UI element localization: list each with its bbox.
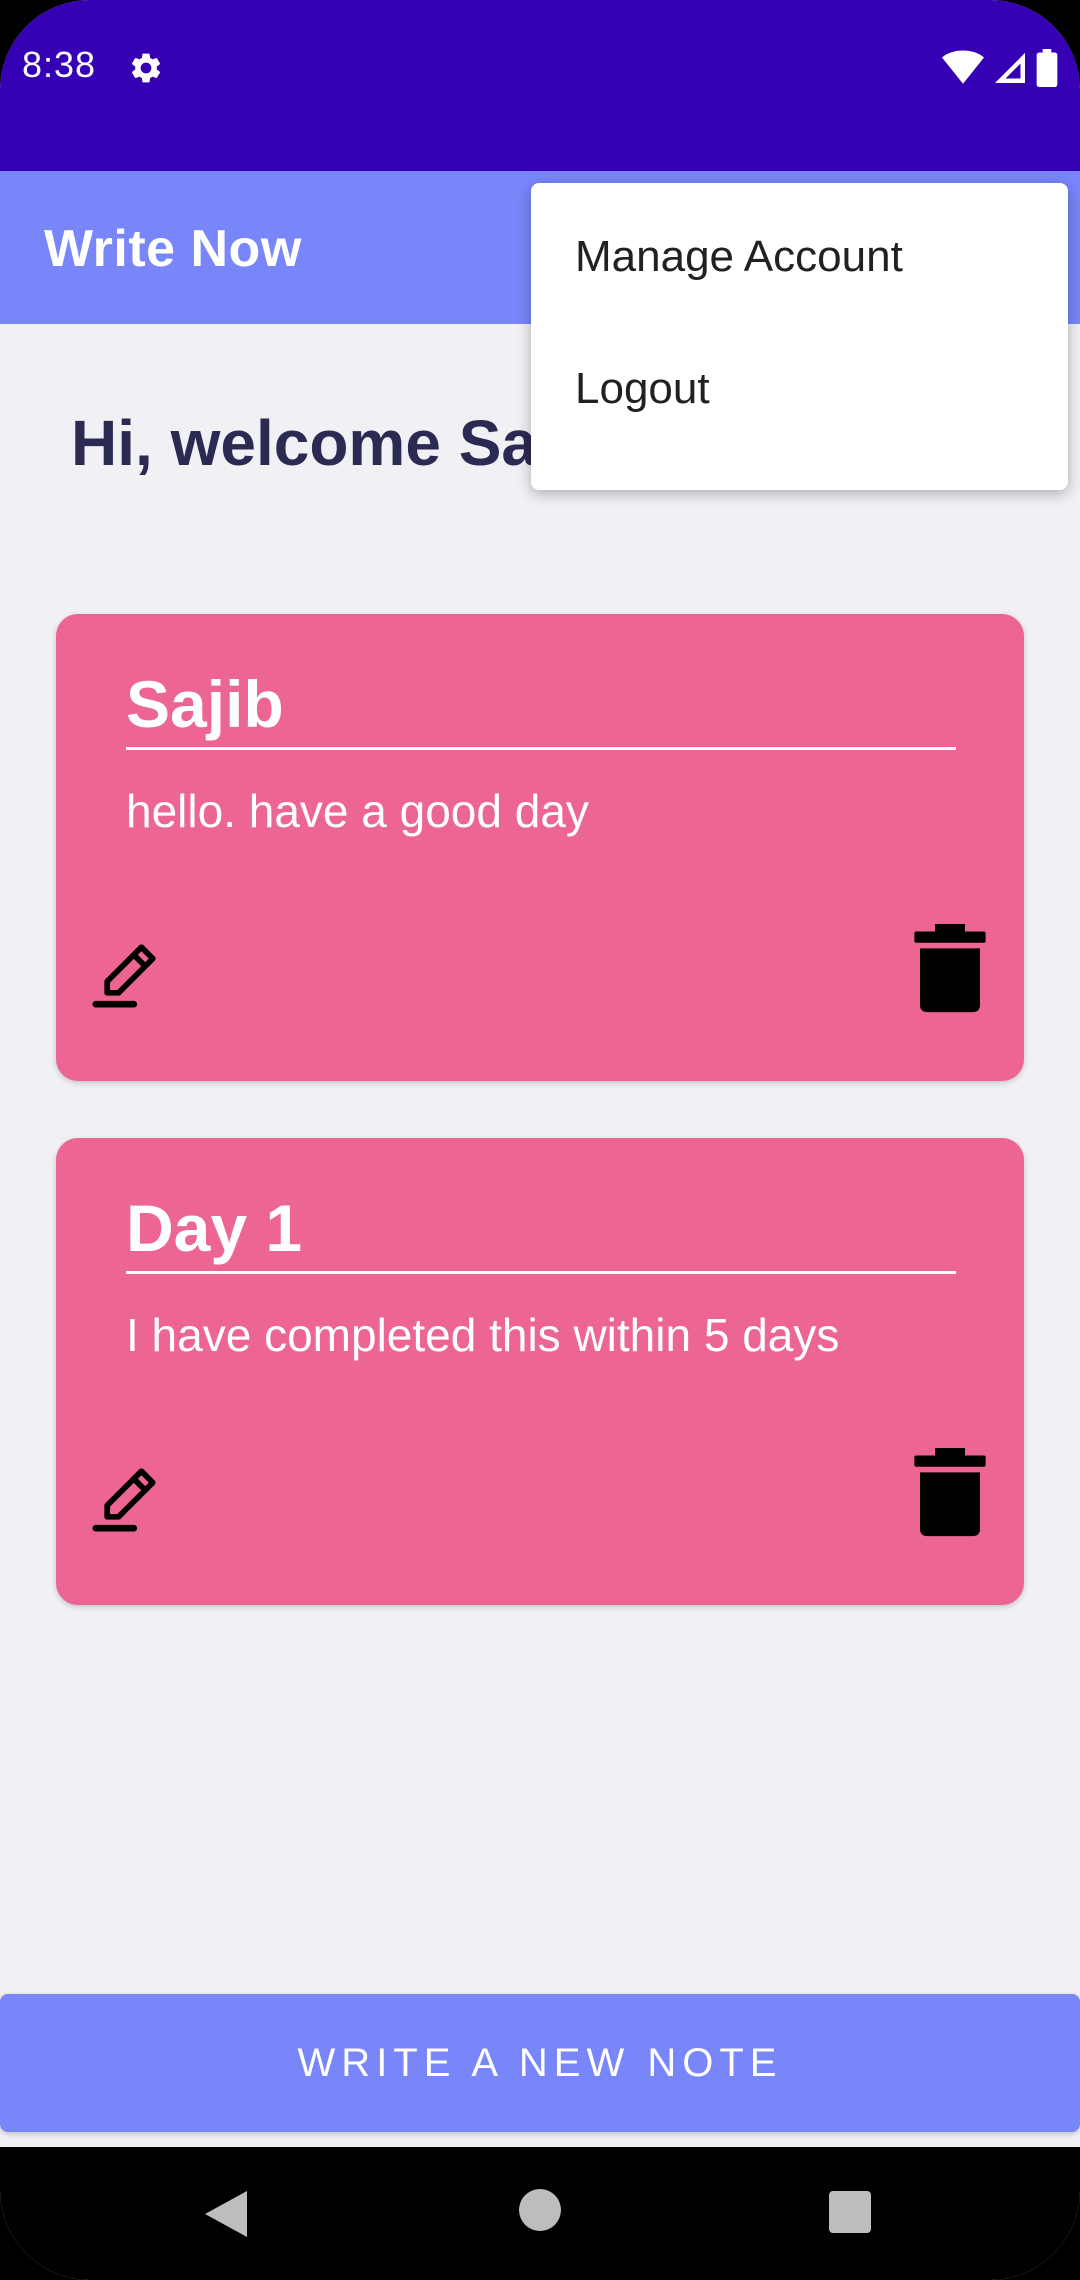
home-icon[interactable]	[519, 2189, 561, 2231]
system-nav-bar	[0, 2147, 1080, 2280]
pencil-edit-icon[interactable]	[92, 932, 168, 1008]
note-title: Day 1	[126, 1191, 303, 1265]
settings-gear-icon	[131, 53, 161, 83]
note-card[interactable]: Sajib hello. have a good day	[56, 614, 1024, 1081]
app-title: Write Now	[44, 220, 302, 278]
wifi-icon	[942, 50, 984, 84]
menu-item-logout[interactable]: Logout	[531, 323, 1068, 455]
write-new-note-button[interactable]: WRITE A NEW NOTE	[0, 1994, 1080, 2132]
note-divider	[126, 747, 956, 750]
trash-icon[interactable]	[912, 1448, 988, 1538]
trash-icon[interactable]	[912, 924, 988, 1014]
welcome-greeting: Hi, welcome Sa	[71, 407, 537, 479]
status-time: 8:38	[22, 44, 97, 85]
pencil-edit-icon[interactable]	[92, 1456, 168, 1532]
status-icons	[942, 48, 1058, 88]
overflow-menu: Manage Account Logout	[531, 183, 1068, 490]
menu-item-manage-account[interactable]: Manage Account	[531, 191, 1068, 323]
note-divider	[126, 1271, 956, 1274]
recents-icon[interactable]	[829, 2191, 871, 2233]
back-icon[interactable]	[203, 2189, 249, 2239]
note-card[interactable]: Day 1 I have completed this within 5 day…	[56, 1138, 1024, 1605]
note-body: I have completed this within 5 days	[126, 1309, 840, 1361]
note-title: Sajib	[126, 667, 284, 741]
cellular-signal-icon	[995, 53, 1025, 83]
battery-icon	[1036, 49, 1058, 87]
status-bar: 8:38	[0, 0, 1080, 171]
note-body: hello. have a good day	[126, 785, 589, 837]
app-screen: 8:38 Write Now Hi, welcome Sa Sajib hell…	[0, 0, 1080, 2280]
